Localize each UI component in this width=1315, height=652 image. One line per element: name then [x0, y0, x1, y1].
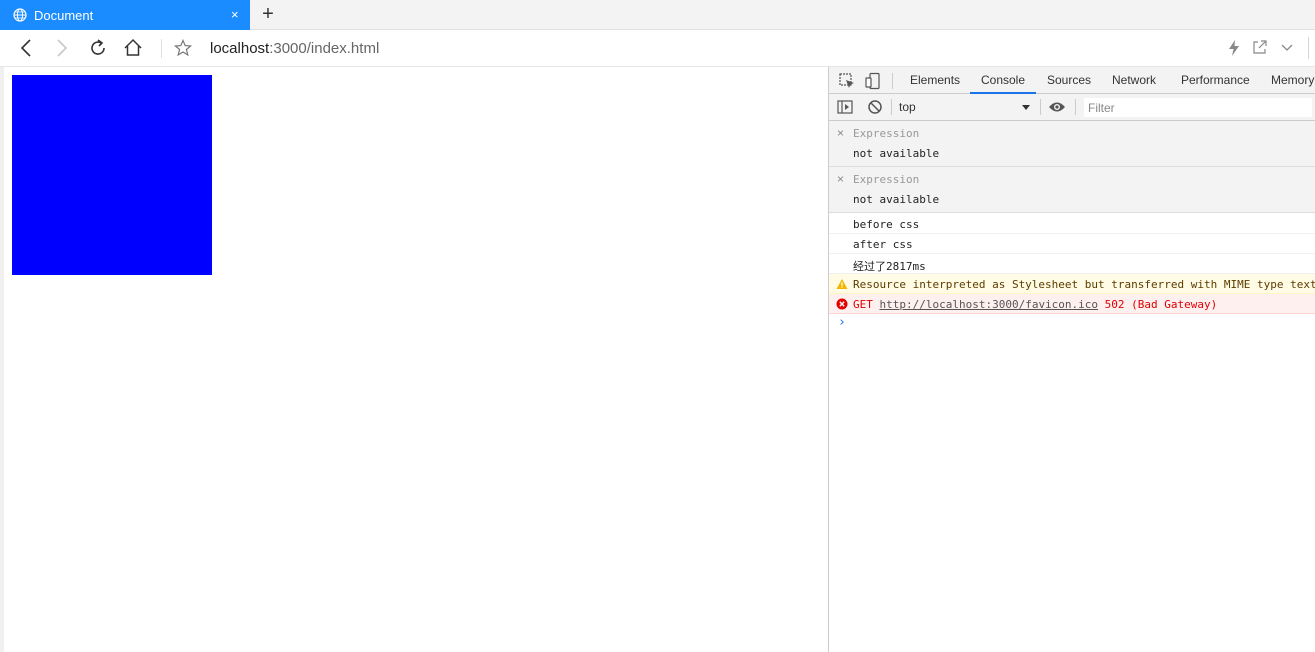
expression-label[interactable]: Expression	[853, 173, 919, 186]
warning-icon	[836, 279, 848, 289]
tab-elements[interactable]: Elements	[910, 67, 960, 94]
error-status: 502 (Bad Gateway)	[1104, 298, 1218, 311]
toolbar-separator	[161, 39, 162, 58]
chevron-down-icon[interactable]	[1281, 44, 1293, 52]
live-expression: × Expression not available	[829, 167, 1315, 213]
bookmark-button[interactable]	[171, 36, 195, 60]
console-message: before css	[829, 214, 1315, 234]
share-icon[interactable]	[1253, 40, 1267, 54]
chevron-right-icon	[57, 39, 68, 57]
filter-input[interactable]	[1084, 98, 1312, 117]
console-toolbar-separator-3	[1075, 99, 1076, 115]
console-message-text: before css	[853, 218, 920, 231]
forward-button[interactable]	[50, 36, 74, 60]
toolbar-separator-right	[1308, 37, 1309, 59]
home-button[interactable]	[121, 36, 145, 60]
console-toolbar-separator	[891, 99, 892, 115]
inspect-element-icon[interactable]	[838, 72, 856, 90]
error-icon	[836, 298, 848, 310]
page-viewport	[0, 67, 828, 652]
tab-console[interactable]: Console	[970, 67, 1036, 94]
reload-icon	[91, 39, 105, 55]
chevron-left-icon	[20, 39, 31, 57]
console-message-text: after css	[853, 238, 913, 251]
error-url-link[interactable]: http://localhost:3000/favicon.ico	[880, 298, 1099, 311]
expression-value: not available	[853, 147, 940, 160]
reload-button[interactable]	[86, 36, 110, 60]
tab-network[interactable]: Network	[1112, 67, 1156, 94]
devtools-tab-bar: Elements Console Sources Network Perform…	[829, 67, 1315, 94]
console-message: 经过了2817ms	[829, 254, 1315, 274]
star-icon	[174, 39, 192, 57]
tab-title: Document	[34, 8, 94, 23]
warning-text: Resource interpreted as Stylesheet but t…	[853, 278, 1315, 291]
sidebar-toggle-icon[interactable]	[837, 99, 853, 115]
expression-label[interactable]: Expression	[853, 127, 919, 140]
tab-sources[interactable]: Sources	[1047, 67, 1091, 94]
context-dropdown-arrow-icon	[1022, 105, 1030, 110]
devtools-separator	[892, 73, 893, 89]
tab-strip: Document × +	[0, 0, 1315, 30]
lightning-icon[interactable]	[1228, 40, 1240, 56]
address-bar[interactable]: localhost:3000/index.html	[210, 40, 379, 57]
error-method: GET	[853, 298, 873, 311]
tab-performance[interactable]: Performance	[1181, 67, 1250, 94]
blue-square	[12, 75, 212, 275]
tab-document[interactable]: Document ×	[0, 0, 250, 30]
context-value: top	[899, 100, 916, 114]
globe-icon	[13, 8, 27, 22]
console-message-text: 经过了2817ms	[853, 260, 926, 273]
console-error: GET http://localhost:3000/favicon.ico 50…	[829, 294, 1315, 314]
browser-toolbar: localhost:3000/index.html	[0, 30, 1315, 67]
remove-expression-icon[interactable]: ×	[837, 126, 844, 140]
tab-close-icon[interactable]: ×	[231, 7, 239, 22]
url-path: :3000/index.html	[269, 40, 380, 57]
device-toggle-icon[interactable]	[864, 72, 882, 90]
back-button[interactable]	[14, 36, 38, 60]
devtools-panel: Elements Console Sources Network Perform…	[828, 67, 1315, 652]
console-toolbar-separator-2	[1040, 99, 1041, 115]
eye-icon[interactable]	[1048, 100, 1066, 114]
error-text: GET http://localhost:3000/favicon.ico 50…	[853, 298, 1217, 311]
remove-expression-icon[interactable]: ×	[837, 172, 844, 186]
console-toolbar: top	[829, 94, 1315, 121]
tab-memory[interactable]: Memory	[1271, 67, 1314, 94]
url-host: localhost	[210, 40, 270, 57]
console-message: after css	[829, 234, 1315, 254]
console-prompt[interactable]: ›	[838, 315, 846, 330]
clear-console-icon[interactable]	[867, 99, 883, 115]
console-warning: Resource interpreted as Stylesheet but t…	[829, 274, 1315, 294]
expression-value: not available	[853, 193, 940, 206]
live-expression: × Expression not available	[829, 121, 1315, 167]
new-tab-button[interactable]: +	[258, 3, 278, 25]
home-icon	[124, 38, 142, 56]
context-selector[interactable]: top	[899, 100, 1031, 116]
